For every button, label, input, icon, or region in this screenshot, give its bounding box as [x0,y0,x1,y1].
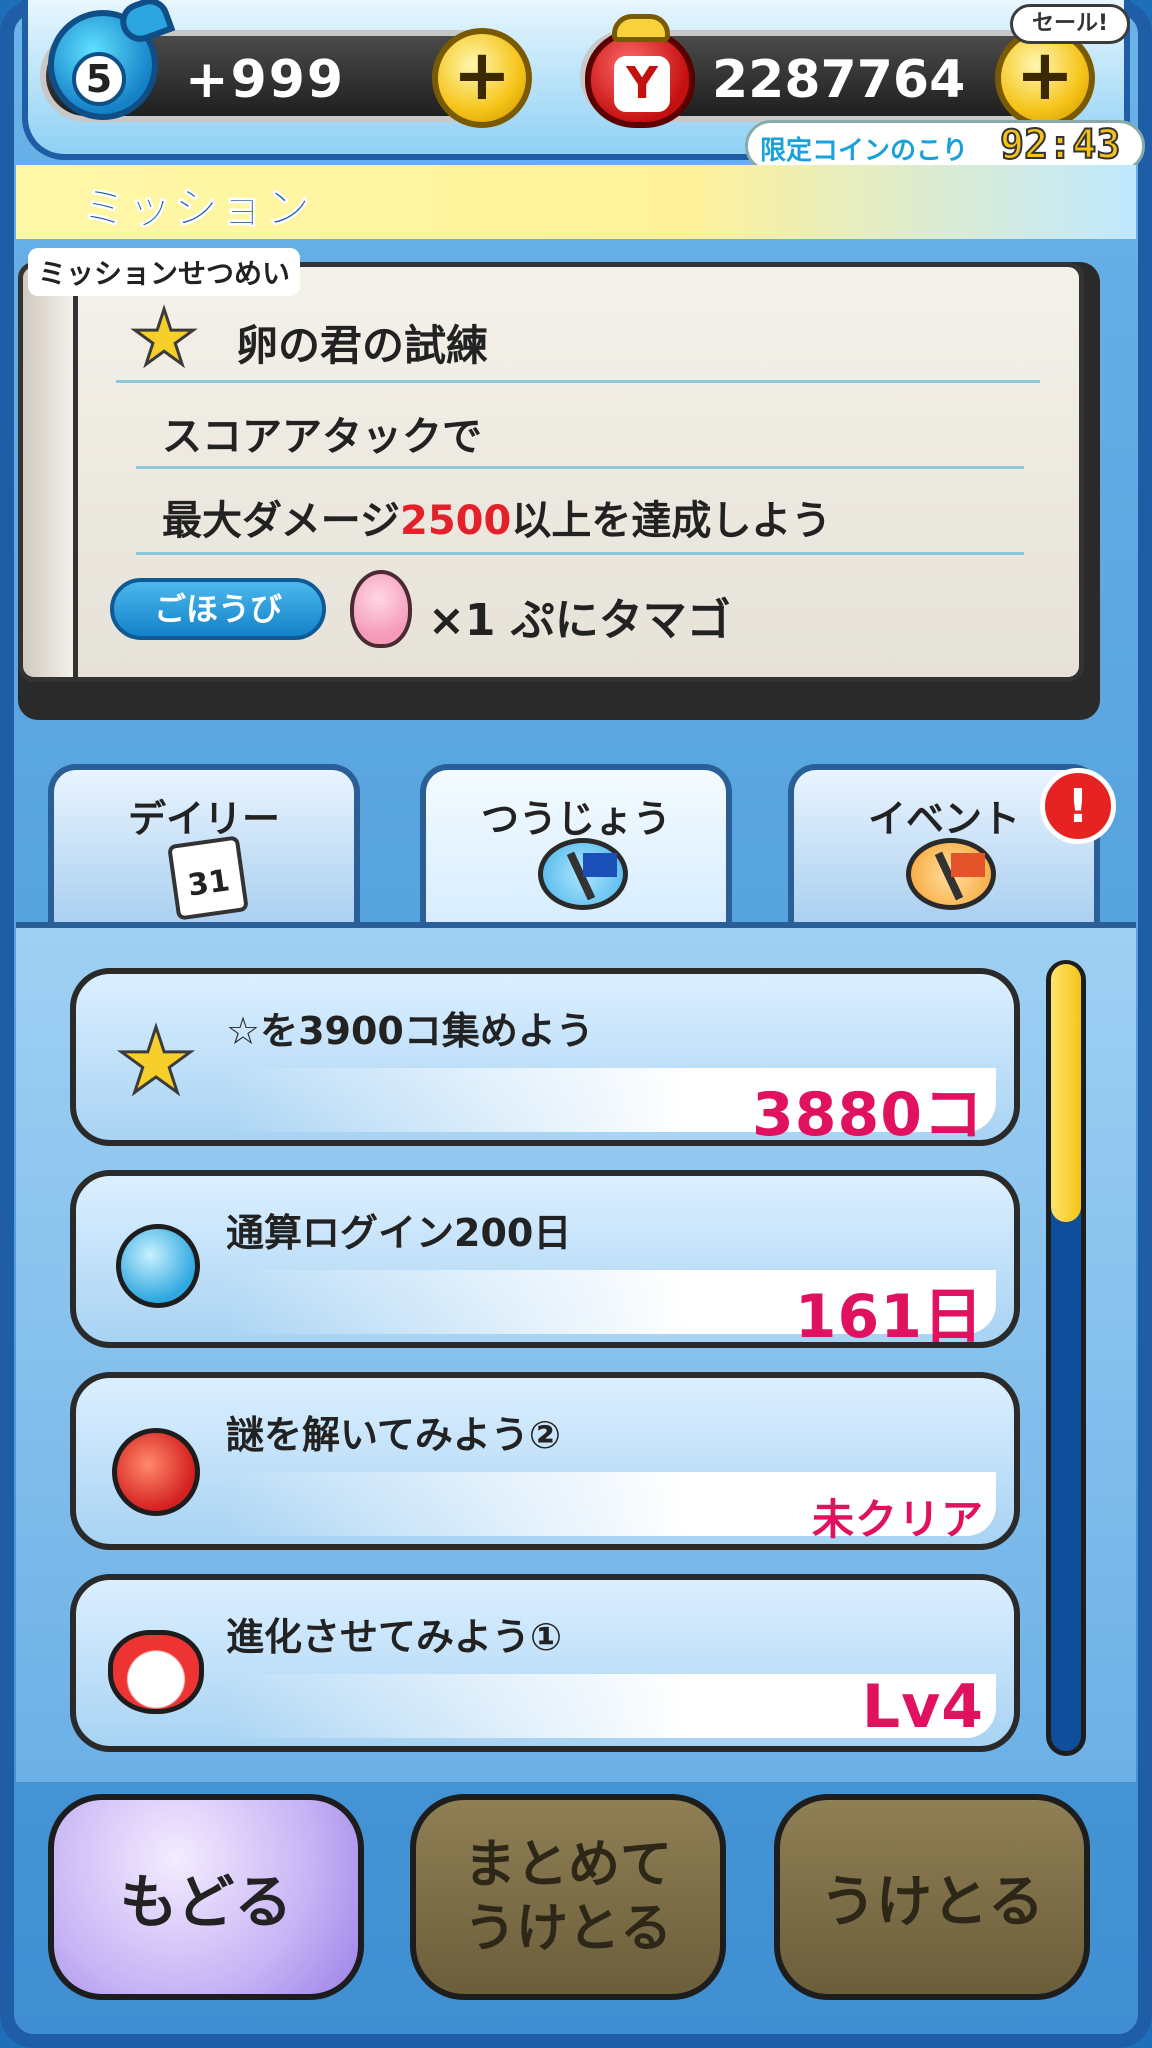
event-alert-badge: ! [1040,768,1116,844]
puni-egg-icon [350,570,412,648]
sale-badge: セール! [1010,4,1130,44]
mission-item-title: ☆を3900コ集めよう [226,1009,594,1053]
book-divider [116,380,1040,383]
star-icon: ★ [114,1008,198,1115]
mission-list-item[interactable]: 通算ログイン200日 161日 [70,1170,1020,1352]
orange-flag-icon [906,838,996,910]
mission-detail-desc-1: スコアアタックで [162,414,482,460]
mission-detail-title: 卵の君の試練 [236,321,489,370]
purse-clasp-icon [612,14,670,42]
mission-detail-desc-2: 最大ダメージ2500以上を達成しよう [162,488,831,546]
mission-item-title: 通算ログイン200日 [226,1211,572,1255]
tab-normal[interactable]: つうじょう [420,764,732,932]
tab-daily-label: デイリー [127,797,280,841]
mission-item-title: 進化させてみよう① [226,1615,563,1659]
collect-all-label-2: うけとる [463,1899,672,1959]
mission-item-progress: 161日 [794,1282,984,1352]
book-divider [136,552,1024,555]
watch-level: 5 [72,52,126,106]
mission-item-title: 謎を解いてみよう② [226,1413,562,1457]
collect-button-label: うけとる [820,1869,1044,1935]
desc-value: 2500 [400,498,512,544]
mission-list-item[interactable]: 進化させてみよう① Lv4 [70,1574,1020,1752]
yen-symbol-icon: Y [614,56,670,112]
add-stamina-button[interactable]: + [432,28,532,128]
mission-detail-label: ミッションせつめい [28,248,301,296]
calendar-icon: 31 [167,835,249,921]
limited-coin-timer: 92:43 [999,121,1121,169]
puzzle-icon [112,1428,200,1516]
reward-text: ×1 ぷにタマゴ [428,595,731,646]
flag-cloth [951,853,985,877]
tab-daily[interactable]: デイリー 31 [48,764,360,926]
desc-prefix: 最大ダメージ [162,498,400,544]
page-title: ミッション [82,183,312,235]
collect-all-label-1: まとめて [463,1835,672,1895]
tab-normal-label: つうじょう [480,797,671,841]
back-button-label: もどる [119,1868,293,1936]
desc-suffix: 以上を達成しよう [511,498,832,544]
blue-flag-icon [538,838,628,910]
back-button[interactable]: もどる [48,1794,364,2000]
flag-cloth [583,853,617,877]
star-icon: ★ [129,293,200,382]
mission-item-progress: Lv4 [861,1672,984,1742]
limited-coin-label: 限定コインのこり [760,136,969,166]
watch-icon [116,1224,200,1308]
mission-list-item[interactable]: ★ ☆を3900コ集めよう 3880コ [70,968,1020,1150]
stamina-value: +999 [185,50,346,110]
reward-badge: ごほうび [110,578,326,640]
collect-all-button[interactable]: まとめて うけとる [410,1794,726,2000]
mission-item-progress: 未クリア [811,1495,984,1544]
mission-item-progress: 3880コ [752,1080,984,1150]
book-divider [136,466,1024,469]
mission-list-item[interactable]: 謎を解いてみよう② 未クリア [70,1372,1020,1550]
coins-value: 2287764 [712,50,966,110]
book-spine [18,262,78,682]
cat-icon [108,1630,204,1714]
scrollbar-thumb[interactable] [1051,964,1081,1222]
collect-button[interactable]: うけとる [774,1794,1090,2000]
